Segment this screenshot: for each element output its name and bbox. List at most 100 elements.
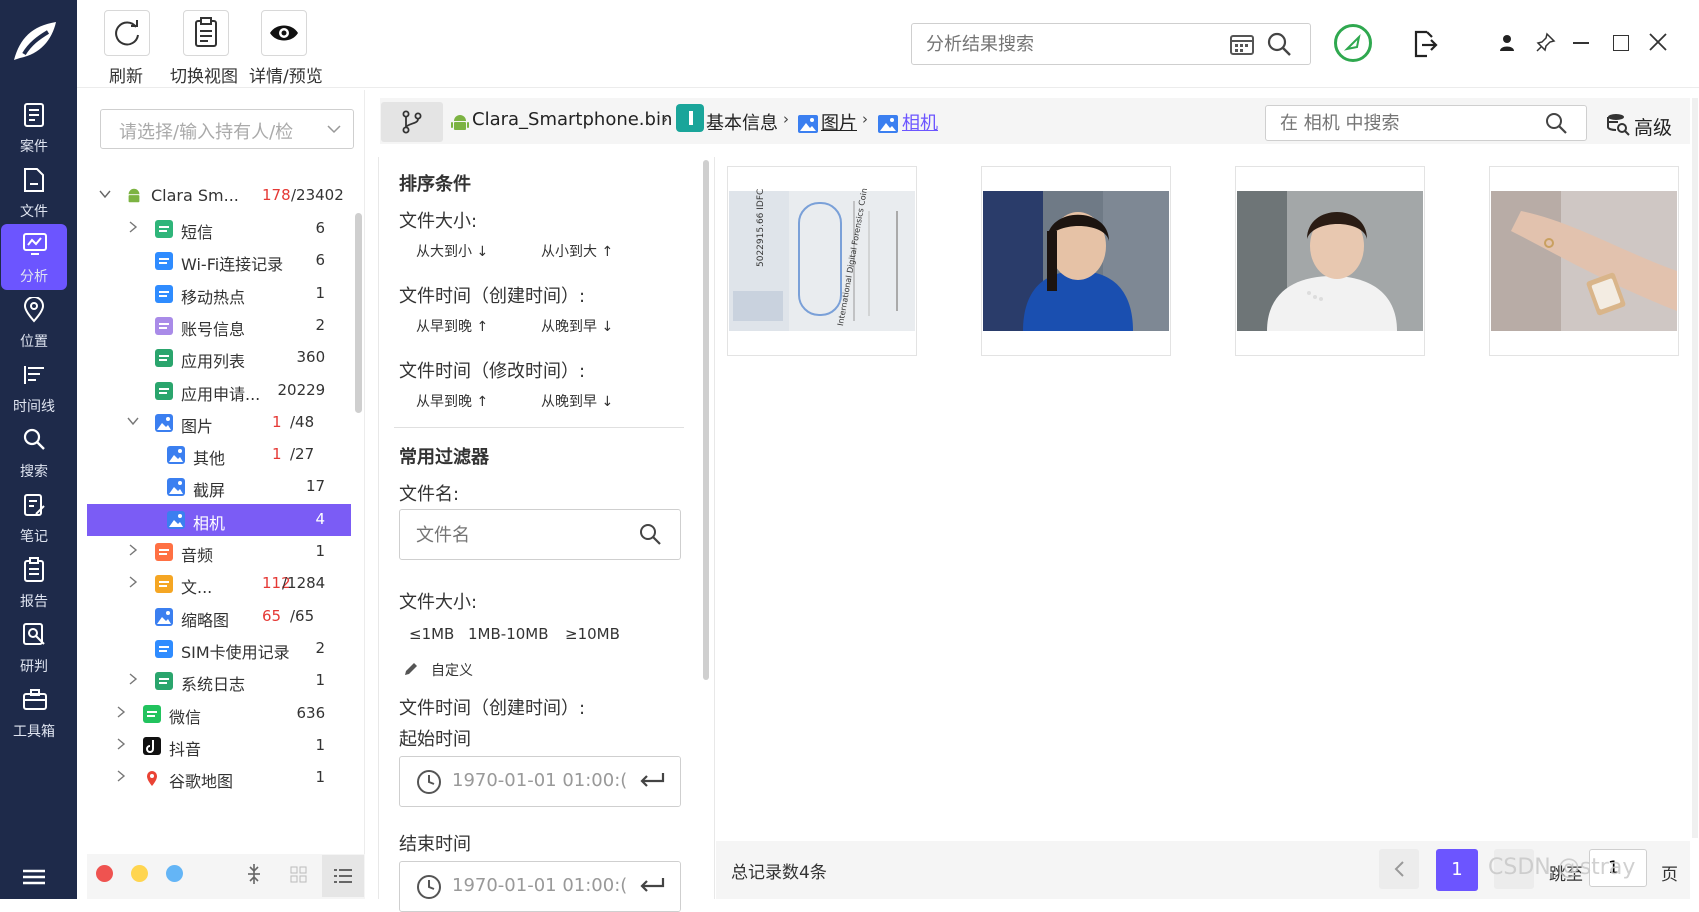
sort-size-desc[interactable]: 从大到小 ↓ xyxy=(416,241,488,261)
tree-item[interactable]: 谷歌地图 1 xyxy=(87,762,351,794)
tree-item[interactable]: 移动热点 1 xyxy=(87,278,351,310)
tree-item[interactable]: 缩略图 65/65 xyxy=(87,601,351,633)
tree-item[interactable]: 文... 112/1284 xyxy=(87,568,351,600)
chevron-right-icon[interactable] xyxy=(127,544,139,556)
search-icon[interactable] xyxy=(1544,111,1568,135)
content-scrollbar[interactable] xyxy=(1692,98,1698,838)
size-option-medium[interactable]: 1MB-10MB xyxy=(468,625,549,643)
refresh-button[interactable] xyxy=(104,10,150,56)
tree-scrollbar[interactable] xyxy=(355,213,362,413)
tree-item[interactable]: 短信 6 xyxy=(87,213,351,245)
tree-item[interactable]: 图片 1/48 xyxy=(87,407,351,439)
search-icon[interactable] xyxy=(1266,31,1292,57)
detail-preview-button[interactable] xyxy=(261,10,307,56)
rail-search[interactable]: 搜索 xyxy=(0,419,77,485)
rail-analysis[interactable]: 分析 xyxy=(0,224,77,290)
export-icon[interactable] xyxy=(1412,30,1438,58)
breadcrumb-item[interactable]: Clara_Smartphone.bin xyxy=(472,109,672,130)
tree-item[interactable]: 相机 4 xyxy=(87,503,351,536)
chevron-right-icon[interactable] xyxy=(127,673,139,685)
filename-input[interactable] xyxy=(414,522,628,548)
close-icon[interactable] xyxy=(1649,33,1667,51)
tree-item[interactable]: 其他 1/27 xyxy=(87,439,351,471)
start-time-field[interactable]: 1970-01-01 01:00:( xyxy=(399,756,681,807)
image-icon xyxy=(878,115,898,133)
collapse-all-icon[interactable] xyxy=(246,863,262,885)
rail-report[interactable]: 报告 xyxy=(0,549,77,615)
end-time-field[interactable]: 1970-01-01 01:00:( xyxy=(399,861,681,912)
tree-item[interactable]: 应用申请... 20229 xyxy=(87,375,351,407)
advanced-search-button[interactable]: 高级 xyxy=(1604,109,1684,139)
rail-timeline[interactable]: 时间线 xyxy=(0,354,77,420)
calendar-icon[interactable] xyxy=(1229,32,1255,56)
douyin-icon xyxy=(143,736,161,755)
tree-item[interactable]: 截屏 17 xyxy=(87,471,351,503)
location-icon xyxy=(23,297,45,323)
maximize-icon[interactable] xyxy=(1613,35,1629,51)
tree-item[interactable]: Wi-Fi连接记录 6 xyxy=(87,245,351,277)
image-thumbnail[interactable] xyxy=(1489,166,1679,356)
page-1-button[interactable]: 1 xyxy=(1436,849,1478,891)
branch-button[interactable] xyxy=(381,102,443,142)
pin-icon[interactable] xyxy=(1536,32,1556,52)
tree-item[interactable]: 抖音 1 xyxy=(87,730,351,762)
rail-toolbox[interactable]: 工具箱 xyxy=(0,679,77,745)
breadcrumb-item-current[interactable]: 相机 xyxy=(902,109,938,135)
analysis-search-input[interactable] xyxy=(924,30,1218,58)
switch-view-button[interactable] xyxy=(183,10,229,56)
rail-file[interactable]: 文件 xyxy=(0,159,77,225)
filter-scrollbar[interactable] xyxy=(703,160,709,680)
list-view-button[interactable] xyxy=(322,855,364,897)
minimize-icon[interactable] xyxy=(1573,42,1589,44)
breadcrumb-item[interactable]: 基本信息 xyxy=(706,109,778,135)
enter-icon[interactable] xyxy=(638,771,666,791)
prev-page-button[interactable] xyxy=(1379,849,1419,889)
sort-mtime-asc[interactable]: 从早到晚 ↑ xyxy=(416,391,488,411)
blue-dot[interactable] xyxy=(166,865,183,882)
image-icon xyxy=(167,446,185,465)
yellow-dot[interactable] xyxy=(131,865,148,882)
chevron-down-icon[interactable] xyxy=(99,188,111,200)
sort-size-asc[interactable]: 从小到大 ↑ xyxy=(541,241,613,261)
rail-location[interactable]: 位置 xyxy=(0,289,77,355)
size-option-small[interactable]: ≤1MB xyxy=(409,625,454,643)
tree-item[interactable]: 账号信息 2 xyxy=(87,310,351,342)
custom-size-button[interactable]: 自定义 xyxy=(403,658,503,680)
owner-select[interactable]: 请选择/输入持有人/检 xyxy=(100,109,354,149)
image-thumbnail[interactable]: 5022915.66 IDFC International Digital Fo… xyxy=(727,166,917,356)
tree-item[interactable]: 微信 636 xyxy=(87,698,351,730)
chevron-right-icon[interactable] xyxy=(115,738,127,750)
image-thumbnail[interactable] xyxy=(1235,166,1425,356)
red-dot[interactable] xyxy=(96,865,113,882)
rail-note[interactable]: 笔记 xyxy=(0,484,77,550)
tree-item[interactable]: SIM卡使用记录 2 xyxy=(87,633,351,665)
note-icon xyxy=(24,494,45,516)
chevron-right-icon[interactable] xyxy=(127,576,139,588)
size-option-large[interactable]: ≥10MB xyxy=(565,625,620,643)
image-thumbnail[interactable] xyxy=(981,166,1171,356)
rail-judge[interactable]: 研判 xyxy=(0,614,77,680)
photo-hand-watch xyxy=(1491,191,1677,331)
menu-icon[interactable] xyxy=(22,868,46,886)
chevron-down-icon[interactable] xyxy=(127,415,139,427)
chevron-right-icon[interactable] xyxy=(127,221,139,233)
tree-item[interactable]: 系统日志 1 xyxy=(87,665,351,697)
breadcrumb-item[interactable]: 图片 xyxy=(821,109,857,135)
chevron-right-icon[interactable] xyxy=(115,705,127,718)
search-icon[interactable] xyxy=(638,522,662,546)
sort-ctime-desc[interactable]: 从晚到早 ↓ xyxy=(541,316,613,336)
tree-root-device[interactable]: Clara Sm... 178/23402 xyxy=(87,180,351,212)
branch-icon xyxy=(402,110,422,134)
sort-ctime-asc[interactable]: 从早到晚 ↑ xyxy=(416,316,488,336)
tree-item[interactable]: 应用列表 360 xyxy=(87,342,351,374)
wechat-icon xyxy=(143,704,161,723)
chevron-right-icon[interactable] xyxy=(115,770,127,782)
grid-view-icon[interactable] xyxy=(290,866,308,884)
sort-mtime-desc[interactable]: 从晚到早 ↓ xyxy=(541,391,613,411)
status-ok-button[interactable] xyxy=(1334,24,1372,62)
rail-case[interactable]: 案件 xyxy=(0,94,77,160)
user-icon[interactable] xyxy=(1498,34,1516,52)
tree-item[interactable]: 音频 1 xyxy=(87,536,351,568)
enter-icon[interactable] xyxy=(638,876,666,896)
scope-search-input[interactable] xyxy=(1278,110,1532,136)
